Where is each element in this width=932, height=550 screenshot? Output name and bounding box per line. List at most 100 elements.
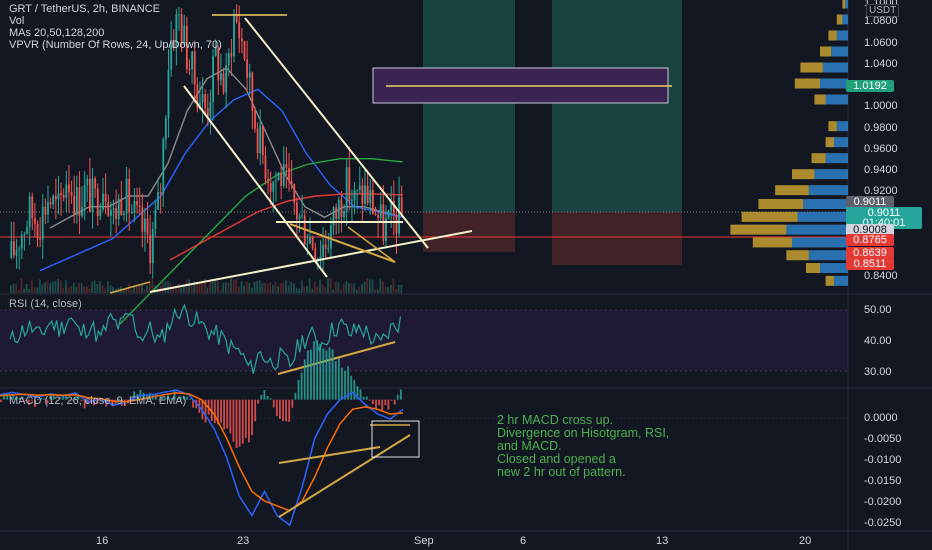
macd-cross-highlight[interactable] xyxy=(371,420,420,458)
macd-histogram-bar xyxy=(393,399,396,405)
macd-divergence-line-1[interactable] xyxy=(278,446,381,464)
volume-bar xyxy=(33,287,36,293)
ma-legend[interactable]: MAs 20,50,128,200 xyxy=(9,28,104,39)
volume-bar xyxy=(389,284,392,293)
macd-histogram-bar xyxy=(353,379,356,400)
volume-bar xyxy=(49,282,52,293)
volume-legend[interactable]: Vol xyxy=(9,16,24,27)
volume-bar xyxy=(363,281,366,293)
candle-body xyxy=(259,125,262,154)
time-axis-label: 13 xyxy=(656,535,669,547)
macd-histogram-bar xyxy=(232,399,235,442)
volume-bar xyxy=(106,281,109,293)
volume-bar xyxy=(80,283,83,293)
candle-body xyxy=(191,51,194,70)
candle-body xyxy=(117,198,120,220)
candle-body xyxy=(309,236,311,244)
candle-body xyxy=(164,118,167,140)
macd-histogram-bar xyxy=(381,399,384,411)
macd-legend[interactable]: MACD (12, 26, close, 9, EMA, EMA) xyxy=(9,395,186,407)
candle-body xyxy=(327,248,330,250)
volume-bar xyxy=(264,282,266,293)
rsi-legend[interactable]: RSI (14, close) xyxy=(9,298,82,310)
volume-bar xyxy=(164,281,167,293)
candle-body xyxy=(26,227,28,234)
candle-body xyxy=(138,205,141,208)
long-position-loss-zone-2[interactable] xyxy=(552,212,682,265)
macd-histogram-bar xyxy=(310,349,312,400)
candle-body xyxy=(280,173,283,186)
volume-bar xyxy=(266,283,269,293)
volume-bar xyxy=(230,278,232,293)
volume-bar xyxy=(104,288,107,293)
macd-histogram-bar xyxy=(260,394,263,400)
vpvr-up-bar xyxy=(842,14,848,25)
candle-body xyxy=(91,178,94,212)
macd-histogram-bar xyxy=(325,350,328,400)
volume-bar xyxy=(311,288,314,293)
analysis-note[interactable]: 2 hr MACD cross up. Divergence on Hisotg… xyxy=(497,414,797,479)
vpvr-up-bar xyxy=(836,121,848,132)
volume-bar xyxy=(224,282,227,293)
candle-body xyxy=(33,218,36,225)
vpvr-down-bar xyxy=(730,224,787,235)
macd-histogram-bar xyxy=(368,399,371,401)
volume-bar xyxy=(277,286,280,293)
volume-bar xyxy=(256,280,259,293)
candle-body xyxy=(99,209,102,217)
vpvr-down-bar xyxy=(775,185,809,196)
candle-body xyxy=(146,218,149,235)
candle-body xyxy=(136,201,138,206)
vpvr-up-bar xyxy=(808,185,848,196)
volume-bar xyxy=(353,283,356,293)
candle-body xyxy=(10,241,13,258)
candle-body xyxy=(31,196,34,219)
volume-bar xyxy=(57,278,59,293)
candle-body xyxy=(356,189,359,191)
volume-bar xyxy=(384,286,387,293)
macd-histogram-bar xyxy=(313,341,315,400)
vpvr-legend[interactable]: VPVR (Number Of Rows, 24, Up/Down, 70) xyxy=(9,40,222,51)
long-position-profit-zone-1[interactable] xyxy=(423,0,515,212)
candle-body xyxy=(162,139,165,194)
macd-divergence-line-2[interactable] xyxy=(278,434,411,518)
time-axis-label: 16 xyxy=(96,535,109,547)
candle-body xyxy=(154,209,157,230)
candle-body xyxy=(395,214,398,234)
volume-bar xyxy=(46,280,49,293)
macd-histogram-bar xyxy=(334,361,337,400)
candle-body xyxy=(238,22,241,39)
candle-body xyxy=(188,68,191,70)
macd-histogram-bar xyxy=(272,399,275,408)
candle-body xyxy=(28,196,31,228)
volume-bar xyxy=(130,288,133,293)
candle-body xyxy=(272,181,275,192)
volume-bar xyxy=(366,278,369,293)
candle-body xyxy=(75,187,78,215)
candle-body xyxy=(275,180,277,182)
volume-bar xyxy=(54,281,57,293)
long-position-profit-zone-2[interactable] xyxy=(552,0,682,212)
vpvr-up-bar xyxy=(808,250,848,261)
price-axis-label: 0.9600 xyxy=(864,143,898,155)
candle-body xyxy=(293,183,296,203)
candle-body xyxy=(133,201,136,213)
candle-body xyxy=(377,214,380,218)
volume-bar xyxy=(290,282,293,293)
candle-body xyxy=(348,167,351,201)
symbol-legend[interactable]: GRT / TetherUS, 2h, BINANCE xyxy=(9,4,160,15)
candle-body xyxy=(94,178,97,189)
volume-bar xyxy=(306,285,308,293)
time-axis-label: Sep xyxy=(414,535,434,547)
volume-bar xyxy=(324,287,327,293)
volume-bar xyxy=(327,278,329,293)
macd-histogram-bar xyxy=(235,399,238,448)
volume-bar xyxy=(282,282,285,293)
macd-histogram-bar xyxy=(275,399,278,416)
volume-bar xyxy=(99,281,101,293)
vpvr-down-bar xyxy=(814,94,826,105)
volume-bar xyxy=(397,284,400,293)
candle-body xyxy=(36,224,39,239)
candle-body xyxy=(227,53,230,66)
macd-histogram-bar xyxy=(350,375,353,400)
